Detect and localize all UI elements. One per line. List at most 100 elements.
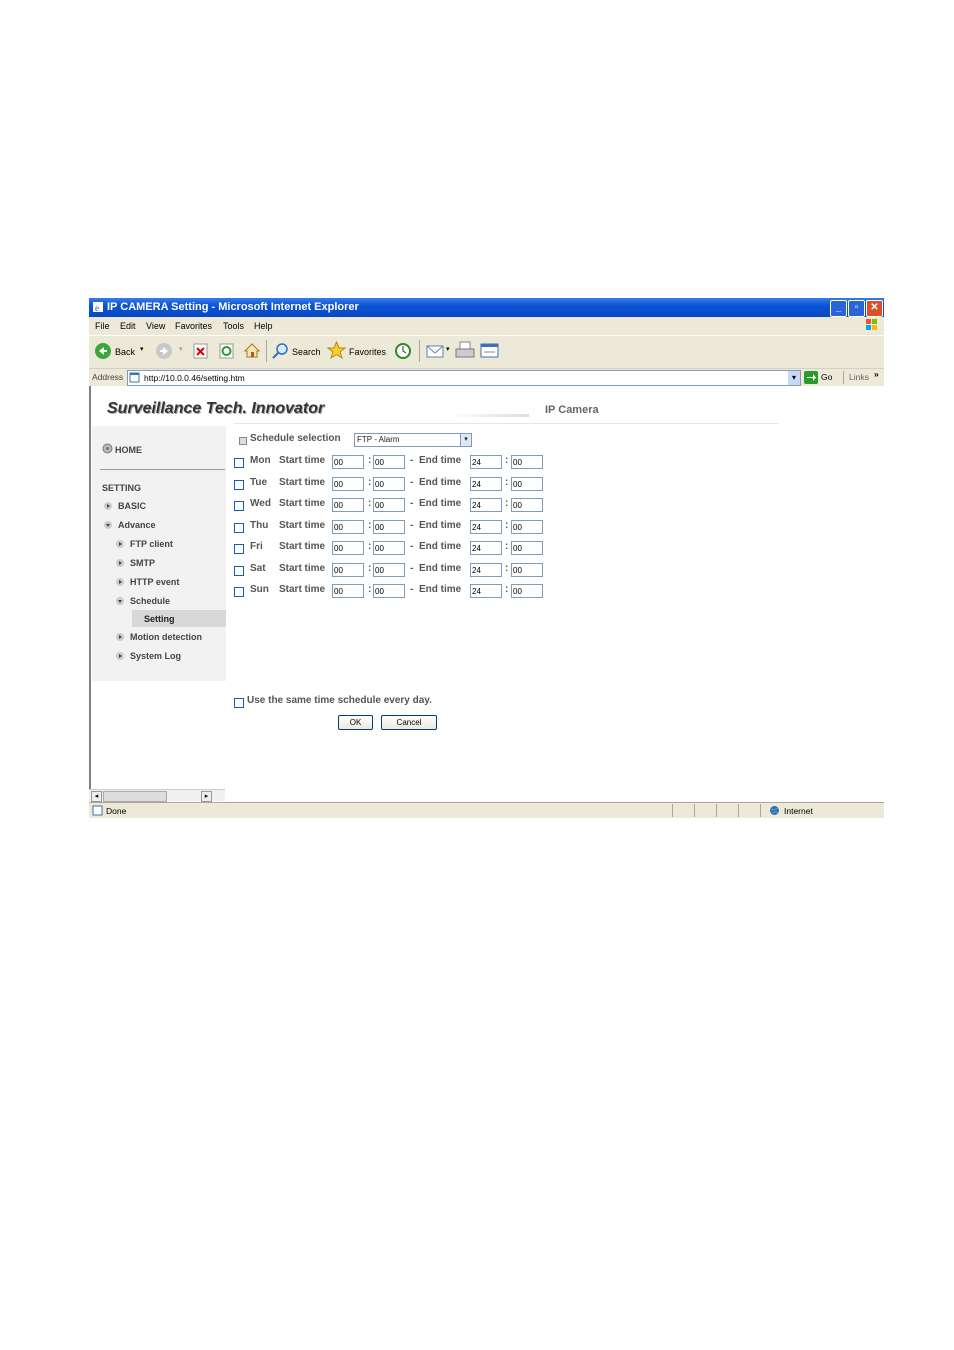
sidebar-item-basic[interactable]: BASIC — [104, 501, 146, 511]
start-hour-input[interactable] — [332, 455, 364, 469]
end-hour-input[interactable] — [470, 520, 502, 534]
print-icon[interactable] — [455, 341, 475, 360]
links-label[interactable]: Links — [849, 372, 869, 382]
end-hour-input[interactable] — [470, 584, 502, 598]
links-chevron-icon[interactable]: » — [874, 369, 879, 379]
sidebar-item-motion[interactable]: Motion detection — [116, 632, 202, 642]
sidebar-item-setting-selected[interactable]: Setting — [132, 610, 226, 627]
start-minute-input[interactable] — [373, 520, 405, 534]
scroll-left-icon[interactable]: ◂ — [91, 791, 102, 802]
forward-dropdown-icon[interactable]: ▾ — [179, 345, 183, 353]
end-minute-input[interactable] — [511, 520, 543, 534]
mail-dropdown-icon[interactable]: ▾ — [446, 345, 450, 353]
minimize-button[interactable]: _ — [830, 300, 847, 317]
end-minute-input[interactable] — [511, 541, 543, 555]
address-input[interactable]: http://10.0.0.46/setting.htm ▾ — [127, 370, 801, 386]
end-minute-input[interactable] — [511, 584, 543, 598]
sidebar-http-label: HTTP event — [130, 577, 180, 587]
time-colon: : — [505, 563, 509, 574]
mail-icon[interactable] — [426, 342, 446, 359]
start-hour-input[interactable] — [332, 498, 364, 512]
start-minute-input[interactable] — [373, 584, 405, 598]
browser-window: e IP CAMERA Setting - Microsoft Internet… — [89, 298, 884, 818]
refresh-icon[interactable] — [219, 343, 234, 359]
address-dropdown-icon[interactable]: ▾ — [788, 371, 800, 385]
back-dropdown-icon[interactable]: ▾ — [140, 345, 144, 353]
back-button[interactable]: Back ▾ — [94, 336, 146, 366]
sidebar-horizontal-scrollbar[interactable]: ◂ ▸ — [89, 789, 225, 802]
day-checkbox[interactable] — [234, 458, 244, 468]
day-label: Fri — [250, 541, 263, 552]
expanded-arrow-icon — [116, 597, 124, 605]
end-minute-input[interactable] — [511, 455, 543, 469]
end-time-label: End time — [419, 541, 462, 552]
start-hour-input[interactable] — [332, 520, 364, 534]
go-arrow-icon[interactable] — [804, 371, 818, 384]
start-minute-input[interactable] — [373, 498, 405, 512]
go-button[interactable]: Go — [821, 372, 832, 382]
same-schedule-label: Use the same time schedule every day. — [247, 695, 432, 706]
start-minute-input[interactable] — [373, 563, 405, 577]
forward-arrow-icon[interactable] — [155, 342, 173, 360]
day-checkbox[interactable] — [234, 587, 244, 597]
history-icon[interactable] — [394, 342, 412, 360]
star-icon — [327, 341, 346, 360]
start-minute-input[interactable] — [373, 455, 405, 469]
chevron-down-icon[interactable]: ▾ — [460, 434, 471, 446]
sidebar-item-schedule[interactable]: Schedule — [116, 596, 170, 606]
day-label: Sat — [250, 563, 266, 574]
sidebar-item-http-event[interactable]: HTTP event — [116, 577, 179, 587]
menu-tools[interactable]: Tools — [223, 321, 244, 331]
end-hour-input[interactable] — [470, 477, 502, 491]
day-checkbox[interactable] — [234, 523, 244, 533]
end-hour-input[interactable] — [470, 498, 502, 512]
start-hour-input[interactable] — [332, 541, 364, 555]
favorites-button[interactable]: Favorites — [327, 336, 387, 366]
start-minute-input[interactable] — [373, 477, 405, 491]
start-time-label: Start time — [279, 455, 326, 466]
status-divider — [760, 804, 761, 817]
start-hour-input[interactable] — [332, 584, 364, 598]
menu-favorites[interactable]: Favorites — [175, 321, 212, 331]
end-hour-input[interactable] — [470, 455, 502, 469]
day-checkbox[interactable] — [234, 480, 244, 490]
window-title: IP CAMERA Setting - Microsoft Internet E… — [107, 301, 359, 313]
back-label: Back — [115, 347, 136, 357]
end-hour-input[interactable] — [470, 563, 502, 577]
same-schedule-checkbox[interactable] — [234, 698, 244, 708]
end-minute-input[interactable] — [511, 498, 543, 512]
start-hour-input[interactable] — [332, 563, 364, 577]
start-time-label: Start time — [279, 563, 326, 574]
menu-file[interactable]: File — [95, 321, 110, 331]
end-hour-input[interactable] — [470, 541, 502, 555]
end-minute-input[interactable] — [511, 563, 543, 577]
start-hour-input[interactable] — [332, 477, 364, 491]
menu-view[interactable]: View — [146, 321, 165, 331]
cancel-button[interactable]: Cancel — [381, 715, 437, 730]
home-icon[interactable] — [243, 341, 261, 359]
sidebar-item-home[interactable]: HOME — [102, 443, 142, 455]
sidebar-item-advance[interactable]: Advance — [104, 520, 156, 530]
schedule-select[interactable]: FTP - Alarm ▾ — [354, 433, 472, 447]
ok-button[interactable]: OK — [338, 715, 373, 730]
scroll-thumb[interactable] — [103, 791, 167, 802]
start-minute-input[interactable] — [373, 541, 405, 555]
menu-edit[interactable]: Edit — [120, 321, 136, 331]
search-button[interactable]: Search — [271, 336, 323, 366]
collapsed-arrow-icon — [116, 578, 124, 586]
stop-icon[interactable] — [193, 343, 208, 359]
edit-icon[interactable] — [480, 342, 500, 359]
sidebar-item-system-log[interactable]: System Log — [116, 651, 181, 661]
menu-help[interactable]: Help — [254, 321, 273, 331]
end-minute-input[interactable] — [511, 477, 543, 491]
sidebar-schedule-label: Schedule — [130, 596, 171, 606]
maximize-button[interactable]: ▫ — [848, 300, 865, 317]
day-checkbox[interactable] — [234, 544, 244, 554]
sidebar-item-ftp-client[interactable]: FTP client — [116, 539, 173, 549]
sidebar-item-smtp[interactable]: SMTP — [116, 558, 155, 568]
close-button[interactable]: ✕ — [866, 300, 883, 317]
day-checkbox[interactable] — [234, 501, 244, 511]
time-colon: : — [368, 498, 372, 509]
scroll-right-icon[interactable]: ▸ — [201, 791, 212, 802]
day-checkbox[interactable] — [234, 566, 244, 576]
